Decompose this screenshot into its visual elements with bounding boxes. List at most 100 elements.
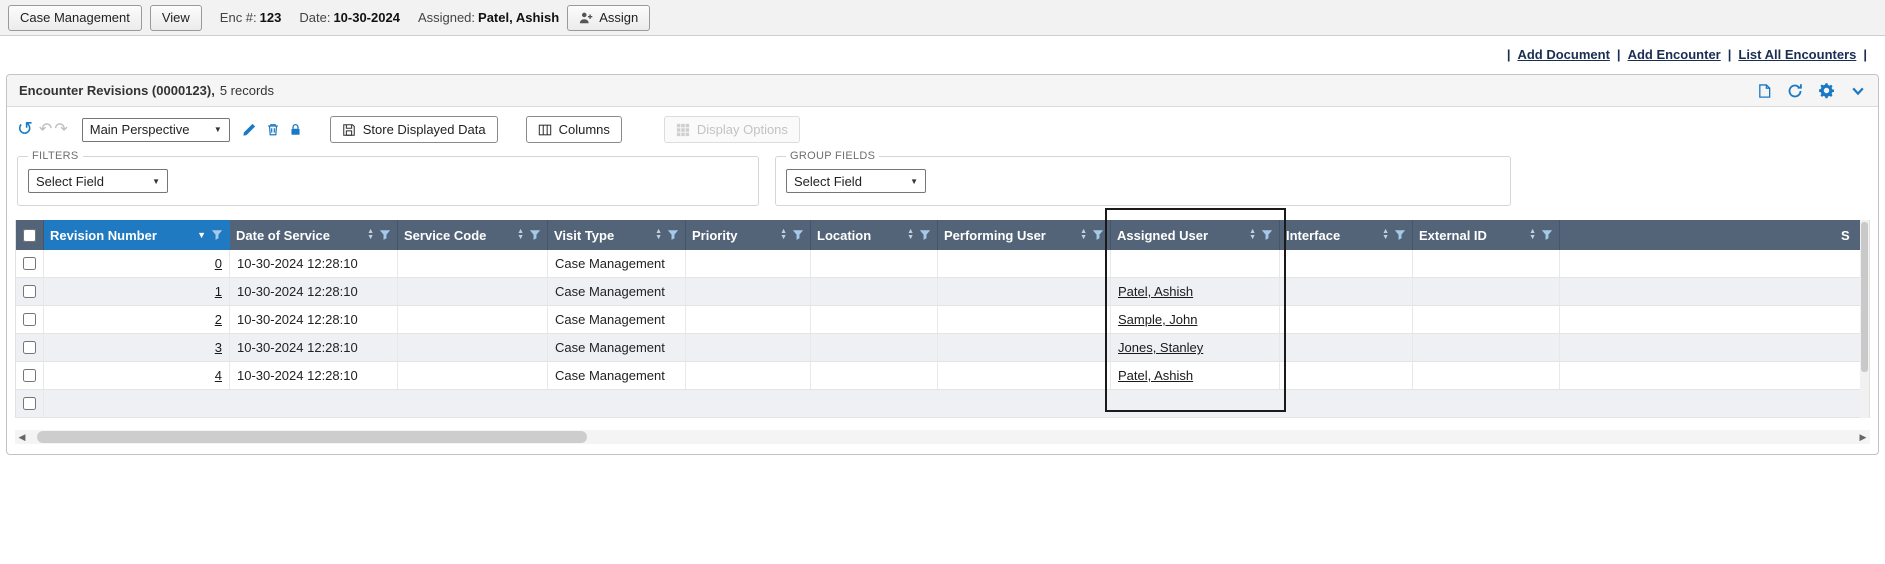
column-header-interface[interactable]: Interface▲▼	[1280, 220, 1413, 250]
revision-link[interactable]: 0	[215, 256, 222, 271]
assign-button[interactable]: Assign	[567, 5, 650, 31]
scroll-right-arrow[interactable]: ▶	[1856, 430, 1870, 444]
edit-perspective-icon[interactable]	[242, 122, 257, 137]
select-all-checkbox[interactable]	[23, 229, 36, 242]
links-separator: |	[1728, 47, 1732, 62]
sort-icon[interactable]: ▲▼	[907, 229, 914, 241]
refresh-icon[interactable]	[1787, 83, 1803, 99]
cell-external-id	[1413, 334, 1560, 361]
group-fields-select[interactable]: Select Field ▼	[786, 169, 926, 193]
columns-button[interactable]: Columns	[526, 116, 622, 143]
group-fields-value: Select Field	[794, 174, 862, 189]
row-checkbox[interactable]	[23, 285, 36, 298]
enc-label: Enc #:	[220, 10, 257, 25]
assigned-user-link[interactable]: Sample, John	[1118, 312, 1198, 327]
sort-icon[interactable]: ▲▼	[367, 229, 374, 241]
gear-icon[interactable]	[1818, 82, 1835, 99]
filter-icon[interactable]	[919, 229, 931, 241]
horizontal-scrollbar-thumb[interactable]	[37, 431, 587, 443]
cell-priority	[686, 362, 811, 389]
revision-link[interactable]: 4	[215, 368, 222, 383]
filter-icon[interactable]	[792, 229, 804, 241]
row-checkbox[interactable]	[23, 369, 36, 382]
list-all-encounters-link[interactable]: List All Encounters	[1738, 47, 1856, 62]
filter-icon[interactable]	[211, 229, 223, 241]
scroll-left-arrow[interactable]: ◀	[15, 430, 29, 444]
sort-icon[interactable]: ▲▼	[1382, 229, 1389, 241]
table-row: 110-30-2024 12:28:10Case ManagementPatel…	[16, 278, 1869, 306]
filters-field-select[interactable]: Select Field ▼	[28, 169, 168, 193]
revision-link[interactable]: 2	[215, 312, 222, 327]
sort-icon[interactable]: ▲▼	[1529, 229, 1536, 241]
column-header-external-id[interactable]: External ID▲▼	[1413, 220, 1560, 250]
filter-icon[interactable]	[667, 229, 679, 241]
group-fields-fieldset: GROUP FIELDS Select Field ▼	[775, 150, 1511, 206]
row-checkbox-cell	[16, 250, 44, 277]
encounter-number: Enc #:123	[220, 10, 282, 25]
cell-external-id	[1413, 306, 1560, 333]
sort-icon[interactable]: ▲▼	[517, 229, 524, 241]
store-displayed-data-label: Store Displayed Data	[363, 122, 486, 137]
cell-visit-type: Case Management	[548, 250, 686, 277]
column-header-date-of-service[interactable]: Date of Service▲▼	[230, 220, 398, 250]
lock-icon[interactable]	[289, 122, 302, 137]
store-displayed-data-button[interactable]: Store Displayed Data	[330, 116, 498, 143]
collapse-chevron-icon[interactable]	[1850, 84, 1866, 98]
row-checkbox[interactable]	[23, 257, 36, 270]
column-header-location[interactable]: Location▲▼	[811, 220, 938, 250]
sort-icon[interactable]: ▲▼	[1080, 229, 1087, 241]
column-header-priority[interactable]: Priority▲▼	[686, 220, 811, 250]
column-header-performing-user[interactable]: Performing User▲▼	[938, 220, 1111, 250]
reset-perspective-icon[interactable]: ↺	[17, 120, 33, 139]
grid-header: Revision Number▼Date of Service▲▼Service…	[16, 220, 1869, 250]
assigned-user-link[interactable]: Jones, Stanley	[1118, 340, 1203, 355]
filter-icon[interactable]	[1261, 229, 1273, 241]
perspective-select[interactable]: Main Perspective ▼	[82, 118, 230, 142]
filter-icon[interactable]	[1394, 229, 1406, 241]
delete-perspective-icon[interactable]	[266, 122, 280, 137]
revision-link[interactable]: 3	[215, 340, 222, 355]
save-icon	[342, 123, 356, 137]
sort-icon[interactable]: ▲▼	[1249, 229, 1256, 241]
revision-link[interactable]: 1	[215, 284, 222, 299]
vertical-scrollbar[interactable]	[1860, 220, 1869, 418]
add-encounter-link[interactable]: Add Encounter	[1628, 47, 1721, 62]
assigned-user-link[interactable]: Patel, Ashish	[1118, 284, 1193, 299]
cell-external-id	[1413, 362, 1560, 389]
sort-icon[interactable]: ▲▼	[780, 229, 787, 241]
assigned-user-link[interactable]: Patel, Ashish	[1118, 368, 1193, 383]
new-document-icon[interactable]	[1757, 83, 1772, 99]
history-forward-icon[interactable]: ↷	[54, 122, 67, 138]
column-header-service-code[interactable]: Service Code▲▼	[398, 220, 548, 250]
cell-location	[811, 278, 938, 305]
header-filler	[1560, 220, 1835, 250]
header-icons: ▲▼	[1249, 229, 1273, 241]
cell-revision: 2	[44, 306, 230, 333]
row-checkbox[interactable]	[23, 341, 36, 354]
row-checkbox[interactable]	[23, 313, 36, 326]
filter-icon[interactable]	[1092, 229, 1104, 241]
history-back-icon[interactable]: ↶	[39, 122, 52, 138]
horizontal-scrollbar[interactable]: ◀ ▶	[15, 430, 1870, 444]
view-button[interactable]: View	[150, 5, 202, 31]
add-document-link[interactable]: Add Document	[1517, 47, 1609, 62]
vertical-scrollbar-thumb[interactable]	[1861, 222, 1868, 372]
cell-date-of-service: 10-30-2024 12:28:10	[230, 334, 398, 361]
sort-icon[interactable]: ▲▼	[655, 229, 662, 241]
row-checkbox[interactable]	[23, 397, 36, 410]
display-options-button[interactable]: Display Options	[664, 116, 800, 143]
panel-header-icons	[1757, 82, 1866, 99]
case-management-button[interactable]: Case Management	[8, 5, 142, 31]
header-icons: ▲▼	[517, 229, 541, 241]
cell-date-of-service: 10-30-2024 12:28:10	[230, 278, 398, 305]
cell-priority	[686, 278, 811, 305]
row-filler	[1560, 278, 1835, 305]
column-header-assigned-user[interactable]: Assigned User▲▼	[1111, 220, 1280, 250]
sort-desc-icon[interactable]: ▼	[197, 230, 206, 240]
filter-icon[interactable]	[379, 229, 391, 241]
column-header-revision-number[interactable]: Revision Number▼	[44, 220, 230, 250]
column-header-visit-type[interactable]: Visit Type▲▼	[548, 220, 686, 250]
filter-icon[interactable]	[1541, 229, 1553, 241]
filter-icon[interactable]	[529, 229, 541, 241]
header-icons: ▲▼	[655, 229, 679, 241]
